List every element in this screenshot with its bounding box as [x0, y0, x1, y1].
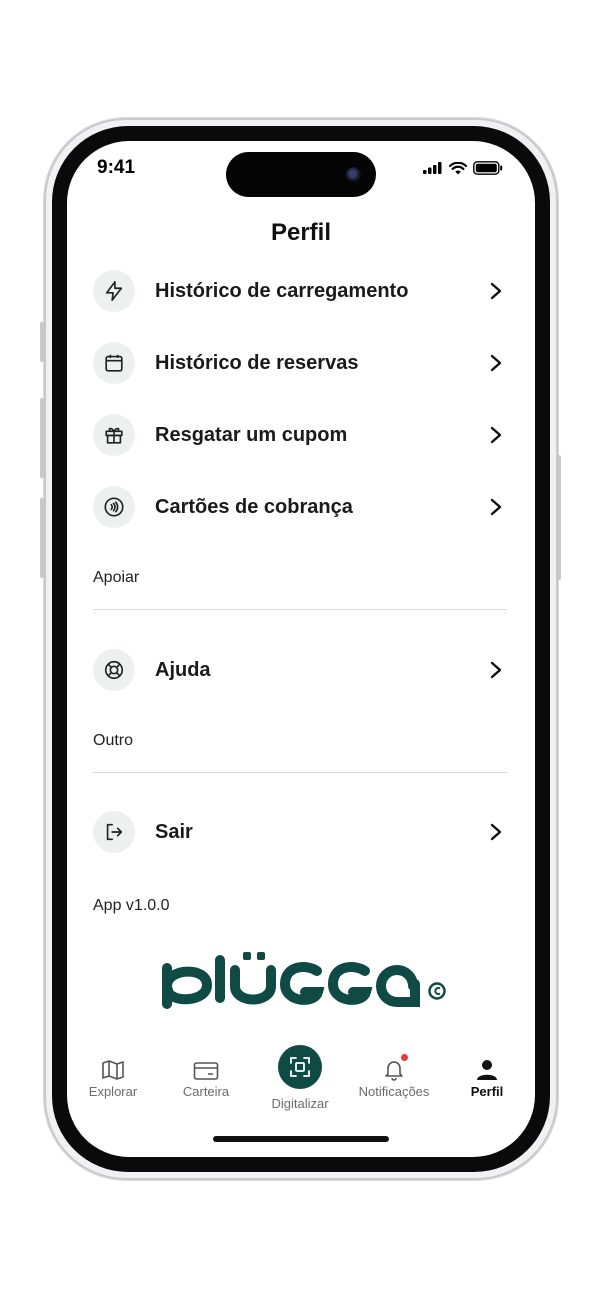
tab-label: Carteira — [182, 1084, 230, 1099]
plugga-logo — [162, 952, 446, 1009]
calendar-icon — [93, 342, 135, 384]
section-heading-support: Apoiar — [93, 569, 140, 586]
chevron-right-icon — [487, 661, 505, 679]
page-title: Perfil — [270, 219, 332, 246]
divider — [93, 609, 507, 610]
status-time: 9:41 — [97, 157, 136, 178]
user-icon — [442, 1055, 532, 1081]
home-indicator — [213, 1136, 389, 1142]
menu-item-booking-history[interactable]: Histórico de reservas — [93, 340, 505, 386]
power-button — [556, 455, 561, 580]
bell-icon — [349, 1054, 439, 1081]
tab-label: Perfil — [470, 1084, 504, 1099]
volume-up-button — [40, 398, 45, 478]
map-icon — [68, 1055, 158, 1081]
menu-item-label: Sair — [155, 820, 193, 843]
volume-down-button — [40, 498, 45, 578]
divider — [93, 772, 507, 773]
chevron-right-icon — [487, 426, 505, 444]
menu-item-logout[interactable]: Sair — [93, 809, 505, 855]
tab-carteira[interactable]: Carteira — [161, 1055, 251, 1099]
menu-item-redeem-coupon[interactable]: Resgatar um cupom — [93, 412, 505, 458]
battery-icon — [473, 161, 503, 175]
chevron-right-icon — [487, 282, 505, 300]
status-icons — [423, 161, 503, 175]
menu-item-label: Ajuda — [155, 658, 211, 681]
app-version: App v1.0.0 — [93, 897, 170, 914]
tab-explorar[interactable]: Explorar — [68, 1055, 158, 1099]
menu-item-billing-cards[interactable]: Cartões de cobrança — [93, 484, 505, 530]
contactless-card-icon — [93, 486, 135, 528]
menu-item-label: Histórico de carregamento — [155, 279, 409, 302]
tab-label: Explorar — [88, 1084, 138, 1099]
menu-item-label: Resgatar um cupom — [155, 423, 348, 446]
chevron-right-icon — [487, 823, 505, 841]
tab-notificacoes[interactable]: Notificações — [349, 1054, 439, 1099]
silent-switch — [40, 322, 45, 362]
notification-badge — [401, 1054, 408, 1061]
tab-label: Notificações — [358, 1084, 430, 1099]
dynamic-island — [226, 152, 376, 197]
lifebuoy-icon — [93, 649, 135, 691]
screen: 9:41 Perfil Histórico de carregamento Hi… — [67, 141, 535, 1157]
scan-button[interactable] — [278, 1045, 322, 1089]
chevron-right-icon — [487, 354, 505, 372]
signal-icon — [423, 162, 442, 174]
section-heading-other: Outro — [93, 732, 134, 749]
tab-perfil[interactable]: Perfil — [442, 1055, 532, 1099]
gift-icon — [93, 414, 135, 456]
menu-item-charging-history[interactable]: Histórico de carregamento — [93, 268, 505, 314]
scan-icon — [290, 1057, 310, 1077]
logout-icon — [93, 811, 135, 853]
wifi-icon — [449, 161, 467, 174]
chevron-right-icon — [487, 498, 505, 516]
tab-label-digitalizar: Digitalizar — [271, 1096, 329, 1111]
menu-item-label: Cartões de cobrança — [155, 495, 353, 518]
lightning-icon — [93, 270, 135, 312]
camera-icon — [346, 167, 361, 182]
menu-item-help[interactable]: Ajuda — [93, 647, 505, 693]
menu-item-label: Histórico de reservas — [155, 351, 359, 374]
wallet-icon — [161, 1055, 251, 1081]
